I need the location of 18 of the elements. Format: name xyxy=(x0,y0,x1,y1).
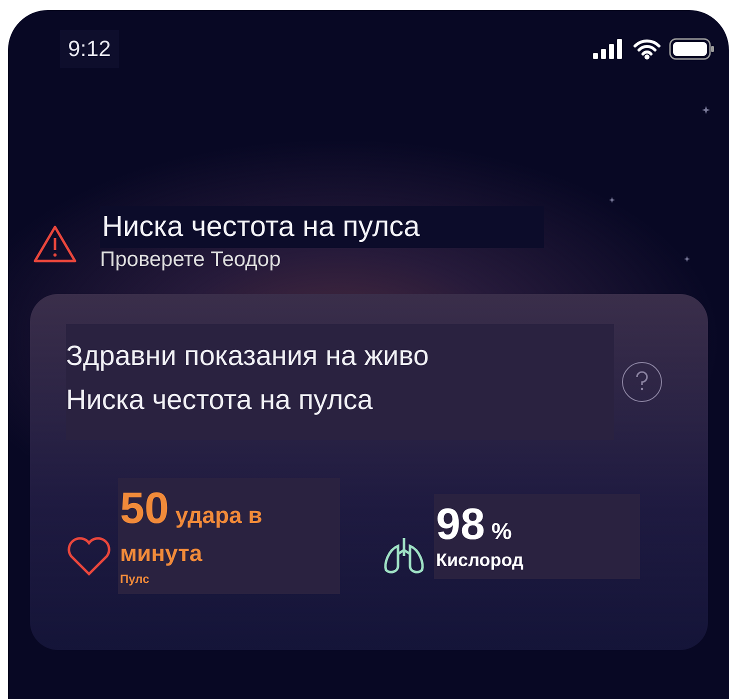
sparkle-icon xyxy=(609,197,615,203)
signal-icon xyxy=(593,39,625,59)
card-subtitle: Ниска честота на пулса xyxy=(66,383,374,417)
alert-title: Ниска честота на пулса xyxy=(100,206,544,248)
wifi-icon xyxy=(633,38,661,60)
status-time: 9:12 xyxy=(60,30,119,68)
battery-icon xyxy=(669,38,715,60)
warning-icon xyxy=(32,224,78,264)
alert-subtitle: Проверете Теодор xyxy=(100,248,282,272)
card-title: Здравни показания на живо xyxy=(66,339,430,373)
metric-value: 50 удара в минута xyxy=(120,490,264,568)
sparkle-icon xyxy=(684,256,690,262)
sparkle-icon xyxy=(702,106,710,114)
metric-value: 98% xyxy=(436,506,513,550)
help-icon[interactable] xyxy=(622,362,662,402)
heart-icon xyxy=(66,535,112,577)
metric-label: Кислород xyxy=(436,550,524,570)
metric-label: Пулс xyxy=(120,572,150,586)
